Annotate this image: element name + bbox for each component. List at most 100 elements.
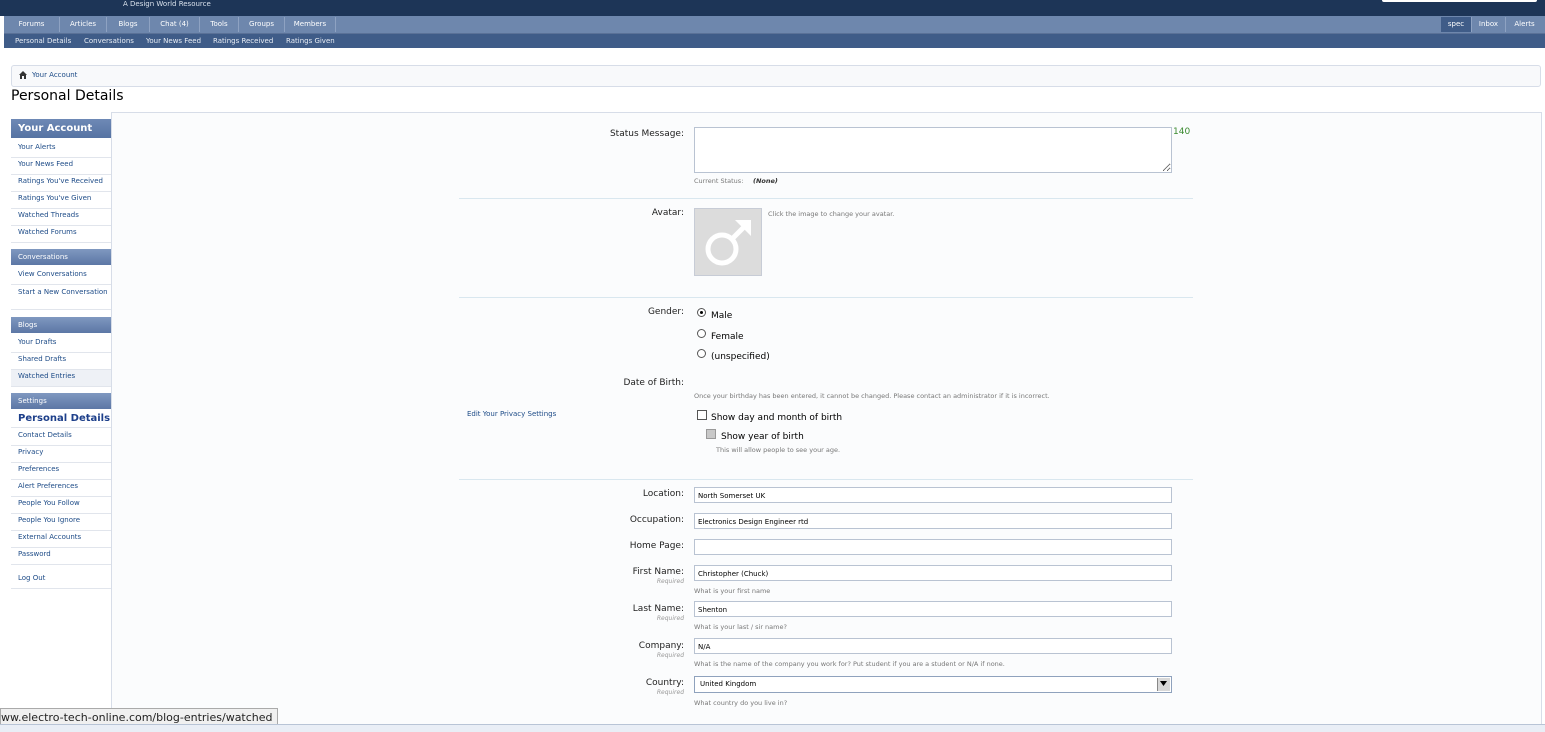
required-note: Required bbox=[656, 578, 684, 585]
tab-inbox[interactable]: Inbox bbox=[1472, 17, 1506, 32]
current-status-label: Current Status: bbox=[694, 177, 744, 185]
section-divider bbox=[459, 479, 1193, 480]
current-status-value: (None) bbox=[753, 177, 778, 185]
country-selected-value: United Kingdom bbox=[700, 680, 757, 688]
sidebar-item-news-feed[interactable]: Your News Feed bbox=[11, 158, 111, 175]
company-input[interactable]: N/A bbox=[694, 638, 1172, 654]
country-hint: What country do you live in? bbox=[694, 699, 788, 707]
sidebar-item-your-alerts[interactable]: Your Alerts bbox=[11, 141, 111, 158]
breadcrumb: Your Account bbox=[11, 65, 1541, 87]
dropdown-arrow-icon[interactable] bbox=[1157, 678, 1170, 691]
sidebar-item-external-accounts[interactable]: External Accounts bbox=[11, 531, 111, 548]
header-search-input[interactable] bbox=[1382, 0, 1537, 2]
sidebar-item-personal-details[interactable]: Personal Details bbox=[11, 411, 111, 428]
tab-forums[interactable]: Forums bbox=[4, 17, 60, 32]
male-symbol-icon bbox=[705, 220, 751, 266]
gender-radio-male[interactable] bbox=[697, 308, 706, 317]
location-label: Location: bbox=[642, 489, 684, 499]
gender-option-female[interactable]: Female bbox=[711, 332, 744, 342]
dob-hint: Once your birthday has been entered, it … bbox=[694, 392, 1050, 400]
section-divider bbox=[459, 297, 1193, 298]
site-tagline: A Design World Resource bbox=[123, 0, 211, 8]
required-note: Required bbox=[656, 615, 684, 622]
sidebar-item-privacy[interactable]: Privacy bbox=[11, 446, 111, 463]
tab-blogs[interactable]: Blogs bbox=[107, 17, 150, 32]
country-label: Country: bbox=[645, 678, 684, 688]
first-name-label: First Name: bbox=[632, 567, 684, 577]
gender-option-male[interactable]: Male bbox=[711, 311, 732, 321]
required-note: Required bbox=[656, 652, 684, 659]
last-name-label: Last Name: bbox=[632, 604, 684, 614]
sidebar-heading-blogs[interactable]: Blogs bbox=[11, 317, 111, 333]
tab-tools[interactable]: Tools bbox=[200, 17, 239, 32]
page-title: Personal Details bbox=[11, 88, 124, 104]
show-dob-label[interactable]: Show day and month of birth bbox=[711, 413, 842, 423]
main-nav: Forums Articles Blogs Chat (4) Tools Gro… bbox=[4, 16, 1545, 34]
first-name-hint: What is your first name bbox=[694, 587, 771, 595]
edit-privacy-settings-link[interactable]: Edit Your Privacy Settings bbox=[467, 410, 556, 418]
status-message-input[interactable] bbox=[694, 127, 1172, 173]
sidebar-heading-conversations[interactable]: Conversations bbox=[11, 249, 111, 265]
subnav-personal-details[interactable]: Personal Details bbox=[15, 34, 71, 48]
sidebar-item-people-you-ignore[interactable]: People You Ignore bbox=[11, 514, 111, 531]
show-year-label: Show year of birth bbox=[721, 432, 804, 442]
company-hint: What is the name of the company you work… bbox=[694, 660, 1005, 668]
status-message-label: Status Message: bbox=[609, 129, 684, 139]
sub-nav: Personal Details Conversations Your News… bbox=[4, 34, 1545, 48]
subnav-news-feed[interactable]: Your News Feed bbox=[146, 34, 201, 48]
subnav-conversations[interactable]: Conversations bbox=[84, 34, 134, 48]
sidebar-item-watched-threads[interactable]: Watched Threads bbox=[11, 209, 111, 226]
sidebar-item-password[interactable]: Password bbox=[11, 548, 111, 565]
sidebar-heading-your-account[interactable]: Your Account bbox=[11, 119, 111, 138]
show-dob-checkbox[interactable] bbox=[697, 410, 707, 420]
section-divider bbox=[459, 198, 1193, 199]
sidebar-item-people-you-follow[interactable]: People You Follow bbox=[11, 497, 111, 514]
tab-alerts[interactable]: Alerts bbox=[1506, 17, 1543, 32]
gender-option-unspecified[interactable]: (unspecified) bbox=[711, 352, 770, 362]
sidebar-item-log-out[interactable]: Log Out bbox=[11, 572, 111, 589]
avatar-label: Avatar: bbox=[651, 208, 684, 218]
occupation-label: Occupation: bbox=[629, 515, 684, 525]
sidebar-item-watched-entries[interactable]: Watched Entries bbox=[11, 370, 111, 387]
gender-radio-female[interactable] bbox=[697, 329, 706, 338]
gender-label: Gender: bbox=[647, 307, 684, 317]
site-header: A Design World Resource bbox=[0, 0, 1545, 16]
first-name-input[interactable]: Christopher (Chuck) bbox=[694, 565, 1172, 581]
tab-user-spec[interactable]: spec bbox=[1441, 17, 1472, 32]
gender-radio-unspecified[interactable] bbox=[697, 349, 706, 358]
tab-groups[interactable]: Groups bbox=[239, 17, 285, 32]
sidebar-item-preferences[interactable]: Preferences bbox=[11, 463, 111, 480]
status-char-counter: 140 bbox=[1173, 127, 1191, 137]
sidebar-item-view-conversations[interactable]: View Conversations bbox=[11, 268, 111, 285]
home-icon[interactable] bbox=[19, 71, 27, 79]
sidebar-item-watched-forums[interactable]: Watched Forums bbox=[11, 226, 111, 243]
sidebar-item-alert-preferences[interactable]: Alert Preferences bbox=[11, 480, 111, 497]
homepage-label: Home Page: bbox=[629, 541, 684, 551]
required-note: Required bbox=[656, 689, 684, 696]
tab-members[interactable]: Members bbox=[285, 17, 336, 32]
dob-label: Date of Birth: bbox=[623, 378, 684, 388]
last-name-hint: What is your last / sir name? bbox=[694, 623, 787, 631]
breadcrumb-your-account[interactable]: Your Account bbox=[32, 71, 77, 79]
sidebar-heading-settings[interactable]: Settings bbox=[11, 393, 111, 409]
sidebar-item-ratings-received[interactable]: Ratings You've Received bbox=[11, 175, 111, 192]
sidebar-item-shared-drafts[interactable]: Shared Drafts bbox=[11, 353, 111, 370]
show-year-hint: This will allow people to see your age. bbox=[716, 446, 841, 454]
tab-articles[interactable]: Articles bbox=[60, 17, 107, 32]
sidebar-item-your-drafts[interactable]: Your Drafts bbox=[11, 336, 111, 353]
location-input[interactable]: North Somerset UK bbox=[694, 487, 1172, 503]
sidebar-item-start-conversation[interactable]: Start a New Conversation bbox=[11, 285, 111, 310]
sidebar-item-ratings-given[interactable]: Ratings You've Given bbox=[11, 192, 111, 209]
avatar-hint: Click the image to change your avatar. bbox=[768, 210, 895, 218]
country-select[interactable]: United Kingdom bbox=[694, 676, 1172, 693]
subnav-ratings-received[interactable]: Ratings Received bbox=[213, 34, 273, 48]
avatar-image[interactable] bbox=[694, 208, 762, 276]
occupation-input[interactable]: Electronics Design Engineer rtd bbox=[694, 513, 1172, 529]
tab-chat[interactable]: Chat (4) bbox=[150, 17, 200, 32]
homepage-input[interactable] bbox=[694, 539, 1172, 555]
subnav-ratings-given[interactable]: Ratings Given bbox=[286, 34, 335, 48]
show-year-checkbox[interactable] bbox=[706, 429, 716, 439]
sidebar-item-contact-details[interactable]: Contact Details bbox=[11, 429, 111, 446]
company-label: Company: bbox=[638, 641, 684, 651]
last-name-input[interactable]: Shenton bbox=[694, 601, 1172, 617]
